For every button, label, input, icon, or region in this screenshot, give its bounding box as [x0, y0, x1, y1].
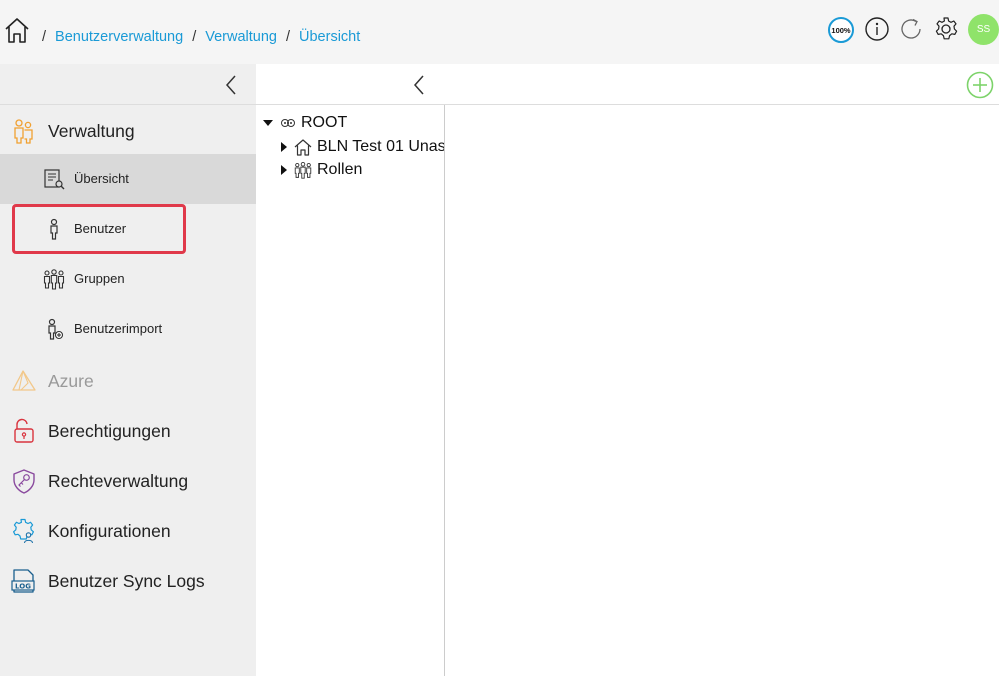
sidebar-item-label: Übersicht — [74, 171, 129, 186]
sidebar-item-label: Benutzer — [74, 221, 127, 236]
sidebar-item-benutzer[interactable]: Benutzer — [0, 204, 256, 254]
sidebar-section-label: Rechteverwaltung — [48, 471, 189, 491]
sidebar-item-benutzerimport[interactable]: Benutzerimport — [0, 304, 256, 354]
tree-node-rollen[interactable]: Rollen — [278, 159, 362, 181]
log-icon: LOG — [11, 569, 35, 593]
sidebar-item-label: Gruppen — [74, 271, 125, 286]
overview-icon — [44, 169, 65, 190]
sidebar-section-verwaltung[interactable]: Verwaltung — [0, 106, 256, 156]
sidebar-section-rechteverwaltung[interactable]: Rechteverwaltung — [0, 456, 256, 506]
breadcrumb-verwaltung[interactable]: Verwaltung — [205, 29, 277, 45]
breadcrumb: / Benutzerverwaltung / Verwaltung / Über… — [42, 29, 369, 45]
sidebar-section-azure[interactable]: Azure — [0, 356, 256, 406]
divider — [0, 104, 256, 105]
gear-user-icon — [13, 518, 34, 544]
sidebar-section-label: Konfigurationen — [48, 521, 171, 541]
settings-gear-icon[interactable] — [933, 16, 959, 42]
user-import-icon — [48, 318, 64, 340]
user-avatar[interactable]: SS — [968, 14, 999, 45]
sidebar-item-label: Benutzerimport — [74, 321, 163, 336]
zoom-indicator[interactable]: 100% — [828, 17, 854, 43]
home-icon[interactable] — [4, 16, 30, 44]
sidebar-item-gruppen[interactable]: Gruppen — [0, 254, 256, 304]
tree-node-label: BLN Test 01 Unassigned — [317, 138, 445, 155]
chevron-left-icon[interactable] — [222, 74, 240, 96]
sidebar-section-benutzer-sync-logs[interactable]: LOG Benutzer Sync Logs — [0, 556, 256, 606]
breadcrumb-uebersicht[interactable]: Übersicht — [299, 29, 360, 45]
caret-down-icon[interactable] — [262, 117, 274, 129]
content-area — [446, 105, 999, 676]
sidebar-section-label: Azure — [48, 371, 94, 391]
home-icon — [294, 139, 312, 156]
sidebar-section-label: Berechtigungen — [48, 421, 171, 441]
refresh-icon[interactable] — [898, 16, 924, 42]
caret-right-icon[interactable] — [278, 164, 290, 176]
sidebar-section-konfigurationen[interactable]: Konfigurationen — [0, 506, 256, 556]
tree-node-root[interactable]: ROOT — [262, 112, 347, 134]
main-toolbar — [256, 64, 999, 105]
breadcrumb-separator: / — [192, 29, 197, 45]
add-circle-icon[interactable] — [966, 71, 994, 99]
chevron-left-icon[interactable] — [411, 74, 427, 96]
tree-node-label: ROOT — [301, 114, 348, 131]
breadcrumb-separator: / — [42, 29, 47, 45]
tree-node-label: Rollen — [317, 161, 363, 178]
tree-node-bln-test[interactable]: BLN Test 01 Unassigned — [278, 136, 445, 158]
sidebar-section-berechtigungen[interactable]: Berechtigungen — [0, 406, 256, 456]
tree-panel: ROOT BLN Test 01 Unassigned Rollen — [256, 105, 445, 676]
user-icon — [50, 218, 58, 240]
top-header: / Benutzerverwaltung / Verwaltung / Über… — [0, 0, 999, 64]
breadcrumb-separator: / — [285, 29, 291, 45]
sidebar-section-label: Verwaltung — [48, 121, 135, 141]
unlock-icon — [14, 418, 34, 443]
sidebar: Verwaltung Übersicht Benutzer Gruppen Be… — [0, 64, 256, 676]
group-icon — [43, 269, 65, 290]
group-icon — [294, 162, 312, 179]
users-icon — [14, 119, 33, 144]
caret-right-icon[interactable] — [278, 141, 290, 153]
sidebar-item-uebersicht[interactable]: Übersicht — [0, 154, 256, 204]
sidebar-section-label: Benutzer Sync Logs — [48, 571, 205, 591]
svg-text:LOG: LOG — [15, 583, 31, 591]
key-shield-icon — [13, 469, 35, 494]
azure-icon — [12, 370, 36, 391]
breadcrumb-benutzerverwaltung[interactable]: Benutzerverwaltung — [55, 29, 183, 45]
info-icon[interactable] — [864, 16, 890, 42]
root-node-icon — [281, 119, 295, 127]
